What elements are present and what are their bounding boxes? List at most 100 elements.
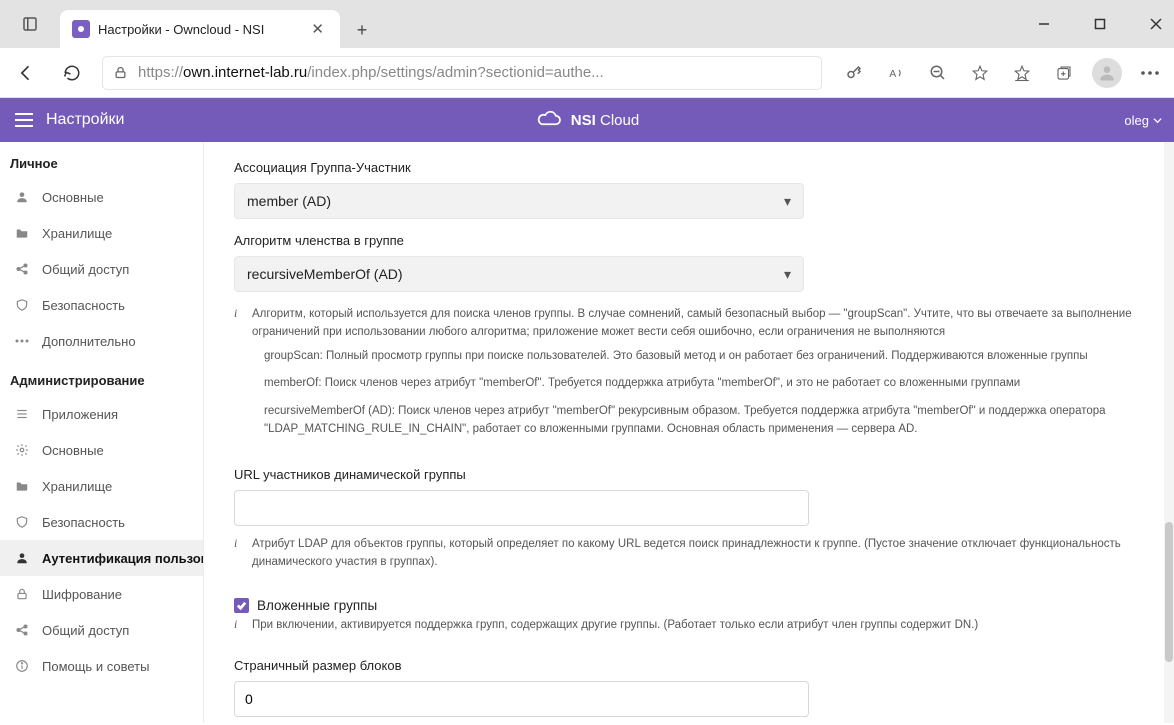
browser-addressbar: https://own.internet-lab.ru/index.php/se…: [0, 48, 1174, 98]
brand-logo[interactable]: NSI Cloud: [535, 110, 639, 130]
browser-titlebar: Настройки - Owncloud - NSI ✕ +: [0, 0, 1174, 48]
algo-help-memberof: memberOf: Поиск членов через атрибут "me…: [264, 375, 1134, 393]
sidebar-item-personal-general[interactable]: Основные: [0, 179, 203, 215]
brand-text: NSI Cloud: [571, 112, 639, 129]
sidebar-item-label: Аутентификация пользова...: [42, 551, 203, 566]
sidebar-item-admin-general[interactable]: Основные: [0, 432, 203, 468]
dots-icon: [14, 333, 30, 349]
favorite-icon[interactable]: [966, 59, 994, 87]
folder-icon: [14, 478, 30, 494]
sidebar-item-personal-security[interactable]: Безопасность: [0, 287, 203, 323]
sidebar-group-personal: Личное: [0, 142, 203, 179]
sidebar-item-personal-storage[interactable]: Хранилище: [0, 215, 203, 251]
favorites-bar-icon[interactable]: [1008, 59, 1036, 87]
collections-icon[interactable]: [1050, 59, 1078, 87]
password-icon[interactable]: [840, 59, 868, 87]
sidebar-item-admin-security[interactable]: Безопасность: [0, 504, 203, 540]
content-area: Ассоциация Группа-Участник member (AD) ▾…: [204, 142, 1162, 723]
share-icon: [14, 261, 30, 277]
zoom-out-icon[interactable]: [924, 59, 952, 87]
menu-button[interactable]: [12, 108, 36, 132]
sidebar-item-personal-additional[interactable]: Дополнительно: [0, 323, 203, 359]
favicon-icon: [72, 20, 90, 38]
list-icon: [14, 406, 30, 422]
chevron-down-icon: ▾: [784, 193, 791, 210]
window-controls: [1030, 0, 1174, 48]
url-text: https://own.internet-lab.ru/index.php/se…: [138, 64, 604, 81]
shield-icon: [14, 514, 30, 530]
help-text: Алгоритм, который используется для поиск…: [252, 306, 1134, 342]
new-tab-button[interactable]: +: [346, 14, 378, 46]
sidebar-item-label: Основные: [42, 443, 104, 458]
chunk-input[interactable]: [234, 681, 809, 717]
refresh-button[interactable]: [56, 57, 88, 89]
sidebar-item-label: Хранилище: [42, 479, 112, 494]
algo-select[interactable]: recursiveMemberOf (AD) ▾: [234, 256, 804, 292]
sidebar-item-admin-auth[interactable]: Аутентификация пользова...: [0, 540, 203, 576]
profile-avatar[interactable]: [1092, 58, 1122, 88]
algo-help: i Алгоритм, который используется для пои…: [234, 306, 1134, 342]
assoc-value: member (AD): [247, 193, 331, 209]
chevron-down-icon: ▾: [784, 266, 791, 283]
chunk-label: Страничный размер блоков: [234, 658, 1134, 673]
sidebar-item-label: Шифрование: [42, 587, 122, 602]
user-menu[interactable]: oleg: [1124, 113, 1162, 128]
info-icon: i: [234, 536, 244, 572]
sidebar-group-admin: Администрирование: [0, 359, 203, 396]
dyn-url-input[interactable]: [234, 490, 809, 526]
user-name: oleg: [1124, 113, 1149, 128]
scrollbar-thumb[interactable]: [1165, 522, 1173, 662]
more-menu-icon[interactable]: [1136, 59, 1164, 87]
read-aloud-icon[interactable]: A: [882, 59, 910, 87]
sidebar-item-admin-apps[interactable]: Приложения: [0, 396, 203, 432]
assoc-select[interactable]: member (AD) ▾: [234, 183, 804, 219]
svg-text:A: A: [889, 67, 896, 79]
sidebar-item-label: Основные: [42, 190, 104, 205]
share-icon: [14, 622, 30, 638]
minimize-button[interactable]: [1030, 10, 1058, 38]
gear-icon: [14, 442, 30, 458]
shield-icon: [14, 297, 30, 313]
close-window-button[interactable]: [1142, 10, 1170, 38]
tab-title: Настройки - Owncloud - NSI: [98, 22, 299, 37]
tab-actions-icon[interactable]: [0, 0, 60, 48]
folder-icon: [14, 225, 30, 241]
algo-help-groupscan: groupScan: Полный просмотр группы при по…: [264, 348, 1134, 366]
nested-help: i При включении, активируется поддержка …: [234, 617, 1134, 635]
lock-icon: [113, 65, 128, 80]
sidebar-item-label: Приложения: [42, 407, 118, 422]
nested-label: Вложенные группы: [257, 598, 377, 613]
sidebar-item-admin-storage[interactable]: Хранилище: [0, 468, 203, 504]
chevron-down-icon: [1153, 116, 1162, 125]
sidebar-item-label: Хранилище: [42, 226, 112, 241]
nested-groups-checkbox[interactable]: Вложенные группы: [234, 598, 1134, 613]
app-header: Настройки NSI Cloud oleg: [0, 98, 1174, 142]
user-icon: [14, 189, 30, 205]
sidebar-item-label: Безопасность: [42, 298, 125, 313]
url-input[interactable]: https://own.internet-lab.ru/index.php/se…: [102, 56, 822, 90]
scrollbar[interactable]: [1164, 142, 1174, 723]
maximize-button[interactable]: [1086, 10, 1114, 38]
sidebar-item-label: Дополнительно: [42, 334, 136, 349]
checkbox-checked-icon: [234, 598, 249, 613]
algo-label: Алгоритм членства в группе: [234, 233, 1134, 248]
info-icon: i: [234, 617, 244, 635]
info-icon: [14, 658, 30, 674]
back-button[interactable]: [10, 57, 42, 89]
help-text: Атрибут LDAP для объектов группы, которы…: [252, 536, 1134, 572]
dyn-url-help: i Атрибут LDAP для объектов группы, кото…: [234, 536, 1134, 572]
sidebar-item-personal-sharing[interactable]: Общий доступ: [0, 251, 203, 287]
sidebar-item-admin-help[interactable]: Помощь и советы: [0, 648, 203, 684]
cloud-icon: [535, 110, 563, 130]
info-icon: i: [234, 306, 244, 342]
sidebar-item-label: Безопасность: [42, 515, 125, 530]
lock-icon: [14, 586, 30, 602]
algo-help-recursive: recursiveMemberOf (AD): Поиск членов чер…: [264, 403, 1134, 439]
sidebar-item-admin-sharing[interactable]: Общий доступ: [0, 612, 203, 648]
page-title: Настройки: [46, 111, 124, 129]
browser-tab[interactable]: Настройки - Owncloud - NSI ✕: [60, 10, 340, 48]
help-text: При включении, активируется поддержка гр…: [252, 617, 978, 635]
sidebar-item-admin-encryption[interactable]: Шифрование: [0, 576, 203, 612]
close-tab-button[interactable]: ✕: [307, 18, 328, 40]
sidebar-item-label: Помощь и советы: [42, 659, 149, 674]
